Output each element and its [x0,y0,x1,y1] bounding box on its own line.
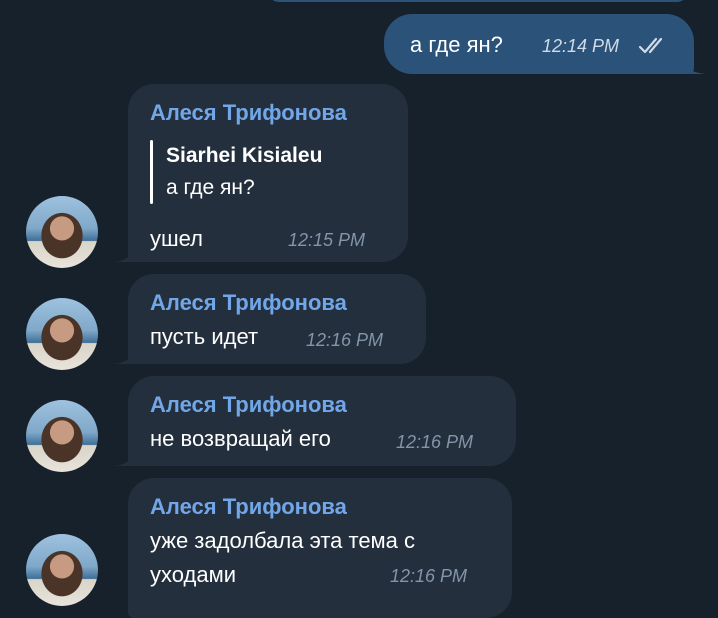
incoming-message-bubble[interactable]: Алеся Трифонова не возвращай его 12:16 P… [128,376,516,466]
message-time: 12:16 PM [306,330,384,350]
sender-name[interactable]: Алеся Трифонова [150,494,347,520]
message-text: а где ян? [410,32,503,57]
sender-name[interactable]: Алеся Трифонова [150,392,347,418]
message-time: 12:16 PM [390,566,468,586]
message-text: пусть идет [150,324,259,349]
double-check-icon [638,37,663,54]
sender-name[interactable]: Алеся Трифонова [150,290,347,316]
avatar[interactable] [26,534,98,606]
avatar[interactable] [26,400,98,472]
outgoing-message-bubble[interactable]: а где ян? 12:14 PM [384,14,694,74]
incoming-message-bubble[interactable]: Алеся Трифонова пусть идет 12:16 PM [128,274,426,364]
previous-message-bubble[interactable] [268,0,688,2]
message-time: 12:14 PM [542,36,620,56]
message-text: не возвращай его [150,426,331,451]
avatar[interactable] [26,298,98,370]
reply-text[interactable]: а где ян? [166,176,255,200]
incoming-message-bubble[interactable]: Алеся Трифонова уже задолбала эта тема с… [128,478,512,618]
message-text: ушел [150,226,203,251]
message-time: 12:16 PM [396,432,474,452]
reply-quote-bar [150,140,153,204]
incoming-message-bubble[interactable]: Алеся Трифонова Siarhei Kisialeu а где я… [128,84,408,262]
message-time: 12:15 PM [288,230,366,250]
message-text-line: уходами [150,562,236,587]
avatar[interactable] [26,196,98,268]
sender-name[interactable]: Алеся Трифонова [150,100,347,126]
chat-message-list[interactable]: а где ян? 12:14 PM Алеся Трифонова Siarh… [0,0,718,618]
reply-author[interactable]: Siarhei Kisialeu [166,144,322,168]
message-text-line: уже задолбала эта тема с [150,528,416,553]
